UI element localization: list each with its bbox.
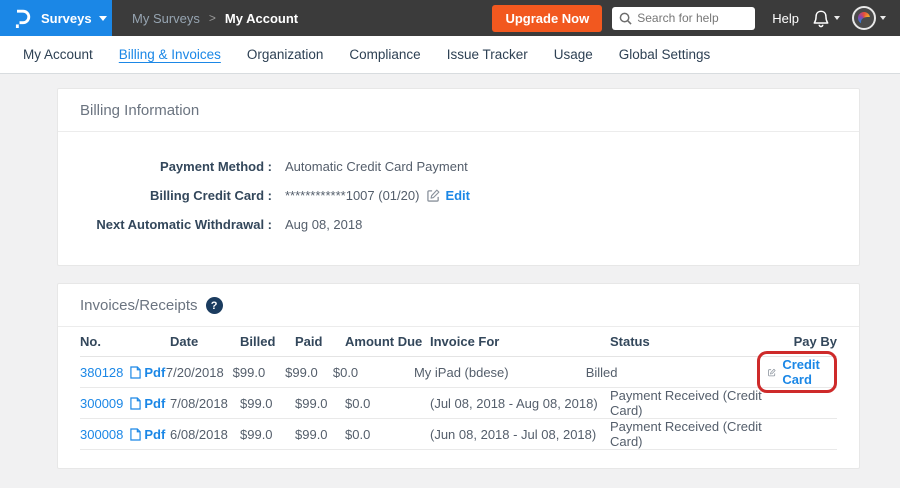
chevron-down-icon: [880, 16, 886, 20]
pdf-file-icon: [130, 428, 141, 441]
invoice-status: Payment Received (Credit Card): [610, 388, 790, 418]
invoice-date: 6/08/2018: [170, 427, 240, 442]
edit-card-link[interactable]: Edit: [445, 188, 470, 203]
invoices-receipts-card: Invoices/Receipts ? No. Date Billed Paid…: [57, 283, 860, 469]
invoices-table: No. Date Billed Paid Amount Due Invoice …: [80, 327, 837, 468]
next-withdrawal-row: Next Automatic Withdrawal : Aug 08, 2018: [58, 210, 859, 239]
invoice-pay-by-cell: Credit Card: [757, 351, 837, 393]
invoice-no-cell: 300009 Pdf: [80, 396, 170, 411]
payment-method-value: Automatic Credit Card Payment: [285, 159, 468, 174]
chevron-down-icon: [834, 16, 840, 20]
breadcrumb-my-surveys[interactable]: My Surveys: [132, 11, 200, 26]
card-number-masked: ************1007 (01/20): [285, 188, 419, 203]
pdf-file-icon: [130, 397, 141, 410]
invoice-billed: $99.0: [233, 365, 285, 380]
bell-icon: [812, 9, 830, 28]
col-header-no: No.: [80, 334, 170, 349]
edit-pencil-icon[interactable]: [427, 189, 440, 202]
invoices-table-header: No. Date Billed Paid Amount Due Invoice …: [80, 327, 837, 357]
payment-method-row: Payment Method : Automatic Credit Card P…: [58, 152, 859, 181]
invoice-pdf-link[interactable]: Pdf: [130, 427, 165, 442]
billing-credit-card-value: ************1007 (01/20) Edit: [285, 188, 470, 203]
invoice-status: Payment Received (Credit Card): [610, 419, 790, 449]
pay-by-credit-card-link[interactable]: Credit Card: [782, 357, 825, 387]
search-input[interactable]: [637, 11, 748, 25]
col-header-date: Date: [170, 334, 240, 349]
chevron-down-icon: [99, 16, 107, 21]
edit-pencil-icon: [768, 366, 776, 379]
main-content: Billing Information Payment Method : Aut…: [0, 74, 900, 469]
breadcrumb-separator: >: [209, 11, 216, 25]
tab-compliance[interactable]: Compliance: [336, 47, 433, 62]
help-link[interactable]: Help: [772, 11, 799, 26]
billing-information-body: Payment Method : Automatic Credit Card P…: [58, 132, 859, 265]
search-icon: [619, 12, 632, 25]
billing-information-title: Billing Information: [80, 102, 199, 119]
tab-billing-invoices[interactable]: Billing & Invoices: [106, 47, 234, 62]
col-header-billed: Billed: [240, 334, 295, 349]
invoice-paid: $99.0: [295, 396, 345, 411]
invoice-row: 300008 Pdf 6/08/2018 $99.0 $99.0 $0.0 (J…: [80, 419, 837, 450]
breadcrumb: My Surveys > My Account: [132, 11, 298, 26]
account-nav-tabs: My Account Billing & Invoices Organizati…: [0, 36, 900, 74]
col-header-invoice-for: Invoice For: [430, 334, 610, 349]
help-question-icon[interactable]: ?: [206, 297, 223, 314]
invoice-no-cell: 300008 Pdf: [80, 427, 170, 442]
col-header-status: Status: [610, 334, 790, 349]
col-header-amount-due: Amount Due: [345, 334, 430, 349]
app-switcher-label: Surveys: [41, 11, 92, 26]
annotation-red-circle: Credit Card: [757, 351, 837, 393]
invoice-billed: $99.0: [240, 427, 295, 442]
tab-organization[interactable]: Organization: [234, 47, 337, 62]
pdf-file-icon: [130, 366, 141, 379]
invoice-number-link[interactable]: 300008: [80, 427, 123, 442]
invoice-number-link[interactable]: 300009: [80, 396, 123, 411]
invoices-receipts-header: Invoices/Receipts ?: [58, 284, 859, 327]
app-switcher-surveys[interactable]: Surveys: [0, 0, 112, 36]
invoice-no-cell: 380128 Pdf: [80, 365, 166, 380]
tab-global-settings[interactable]: Global Settings: [606, 47, 724, 62]
top-bar: Surveys My Surveys > My Account Upgrade …: [0, 0, 900, 36]
invoice-for: (Jun 08, 2018 - Jul 08, 2018): [430, 427, 610, 442]
next-withdrawal-label: Next Automatic Withdrawal :: [58, 217, 272, 232]
payment-method-label: Payment Method :: [58, 159, 272, 174]
invoice-number-link[interactable]: 380128: [80, 365, 123, 380]
upgrade-now-button[interactable]: Upgrade Now: [492, 5, 602, 32]
billing-credit-card-row: Billing Credit Card : ************1007 (…: [58, 181, 859, 210]
invoice-pdf-link[interactable]: Pdf: [130, 365, 165, 380]
invoice-for: (Jul 08, 2018 - Aug 08, 2018): [430, 396, 610, 411]
invoice-date: 7/08/2018: [170, 396, 240, 411]
invoice-pdf-link[interactable]: Pdf: [130, 396, 165, 411]
invoice-date: 7/20/2018: [166, 365, 233, 380]
notifications-menu[interactable]: [812, 9, 840, 28]
tab-my-account[interactable]: My Account: [10, 47, 106, 62]
invoice-for: My iPad (bdese): [414, 365, 586, 380]
help-search-box[interactable]: [612, 7, 755, 30]
billing-credit-card-label: Billing Credit Card :: [58, 188, 272, 203]
invoice-amount-due: $0.0: [333, 365, 414, 380]
invoice-paid: $99.0: [295, 427, 345, 442]
col-header-pay-by: Pay By: [790, 334, 837, 349]
billing-information-header: Billing Information: [58, 89, 859, 132]
next-withdrawal-value: Aug 08, 2018: [285, 217, 362, 232]
invoices-receipts-title: Invoices/Receipts: [80, 297, 198, 314]
invoice-amount-due: $0.0: [345, 427, 430, 442]
billing-information-card: Billing Information Payment Method : Aut…: [57, 88, 860, 266]
col-header-paid: Paid: [295, 334, 345, 349]
breadcrumb-current: My Account: [225, 11, 298, 26]
invoice-row: 380128 Pdf 7/20/2018 $99.0 $99.0 $0.0 My…: [80, 357, 837, 388]
tab-usage[interactable]: Usage: [541, 47, 606, 62]
invoice-amount-due: $0.0: [345, 396, 430, 411]
tab-issue-tracker[interactable]: Issue Tracker: [434, 47, 541, 62]
invoice-row: 300009 Pdf 7/08/2018 $99.0 $99.0 $0.0 (J…: [80, 388, 837, 419]
invoice-billed: $99.0: [240, 396, 295, 411]
invoice-paid: $99.0: [285, 365, 333, 380]
account-menu[interactable]: [852, 6, 886, 30]
avatar: [852, 6, 876, 30]
invoice-status: Billed: [586, 365, 758, 380]
questionpro-logo-icon: [12, 7, 32, 29]
